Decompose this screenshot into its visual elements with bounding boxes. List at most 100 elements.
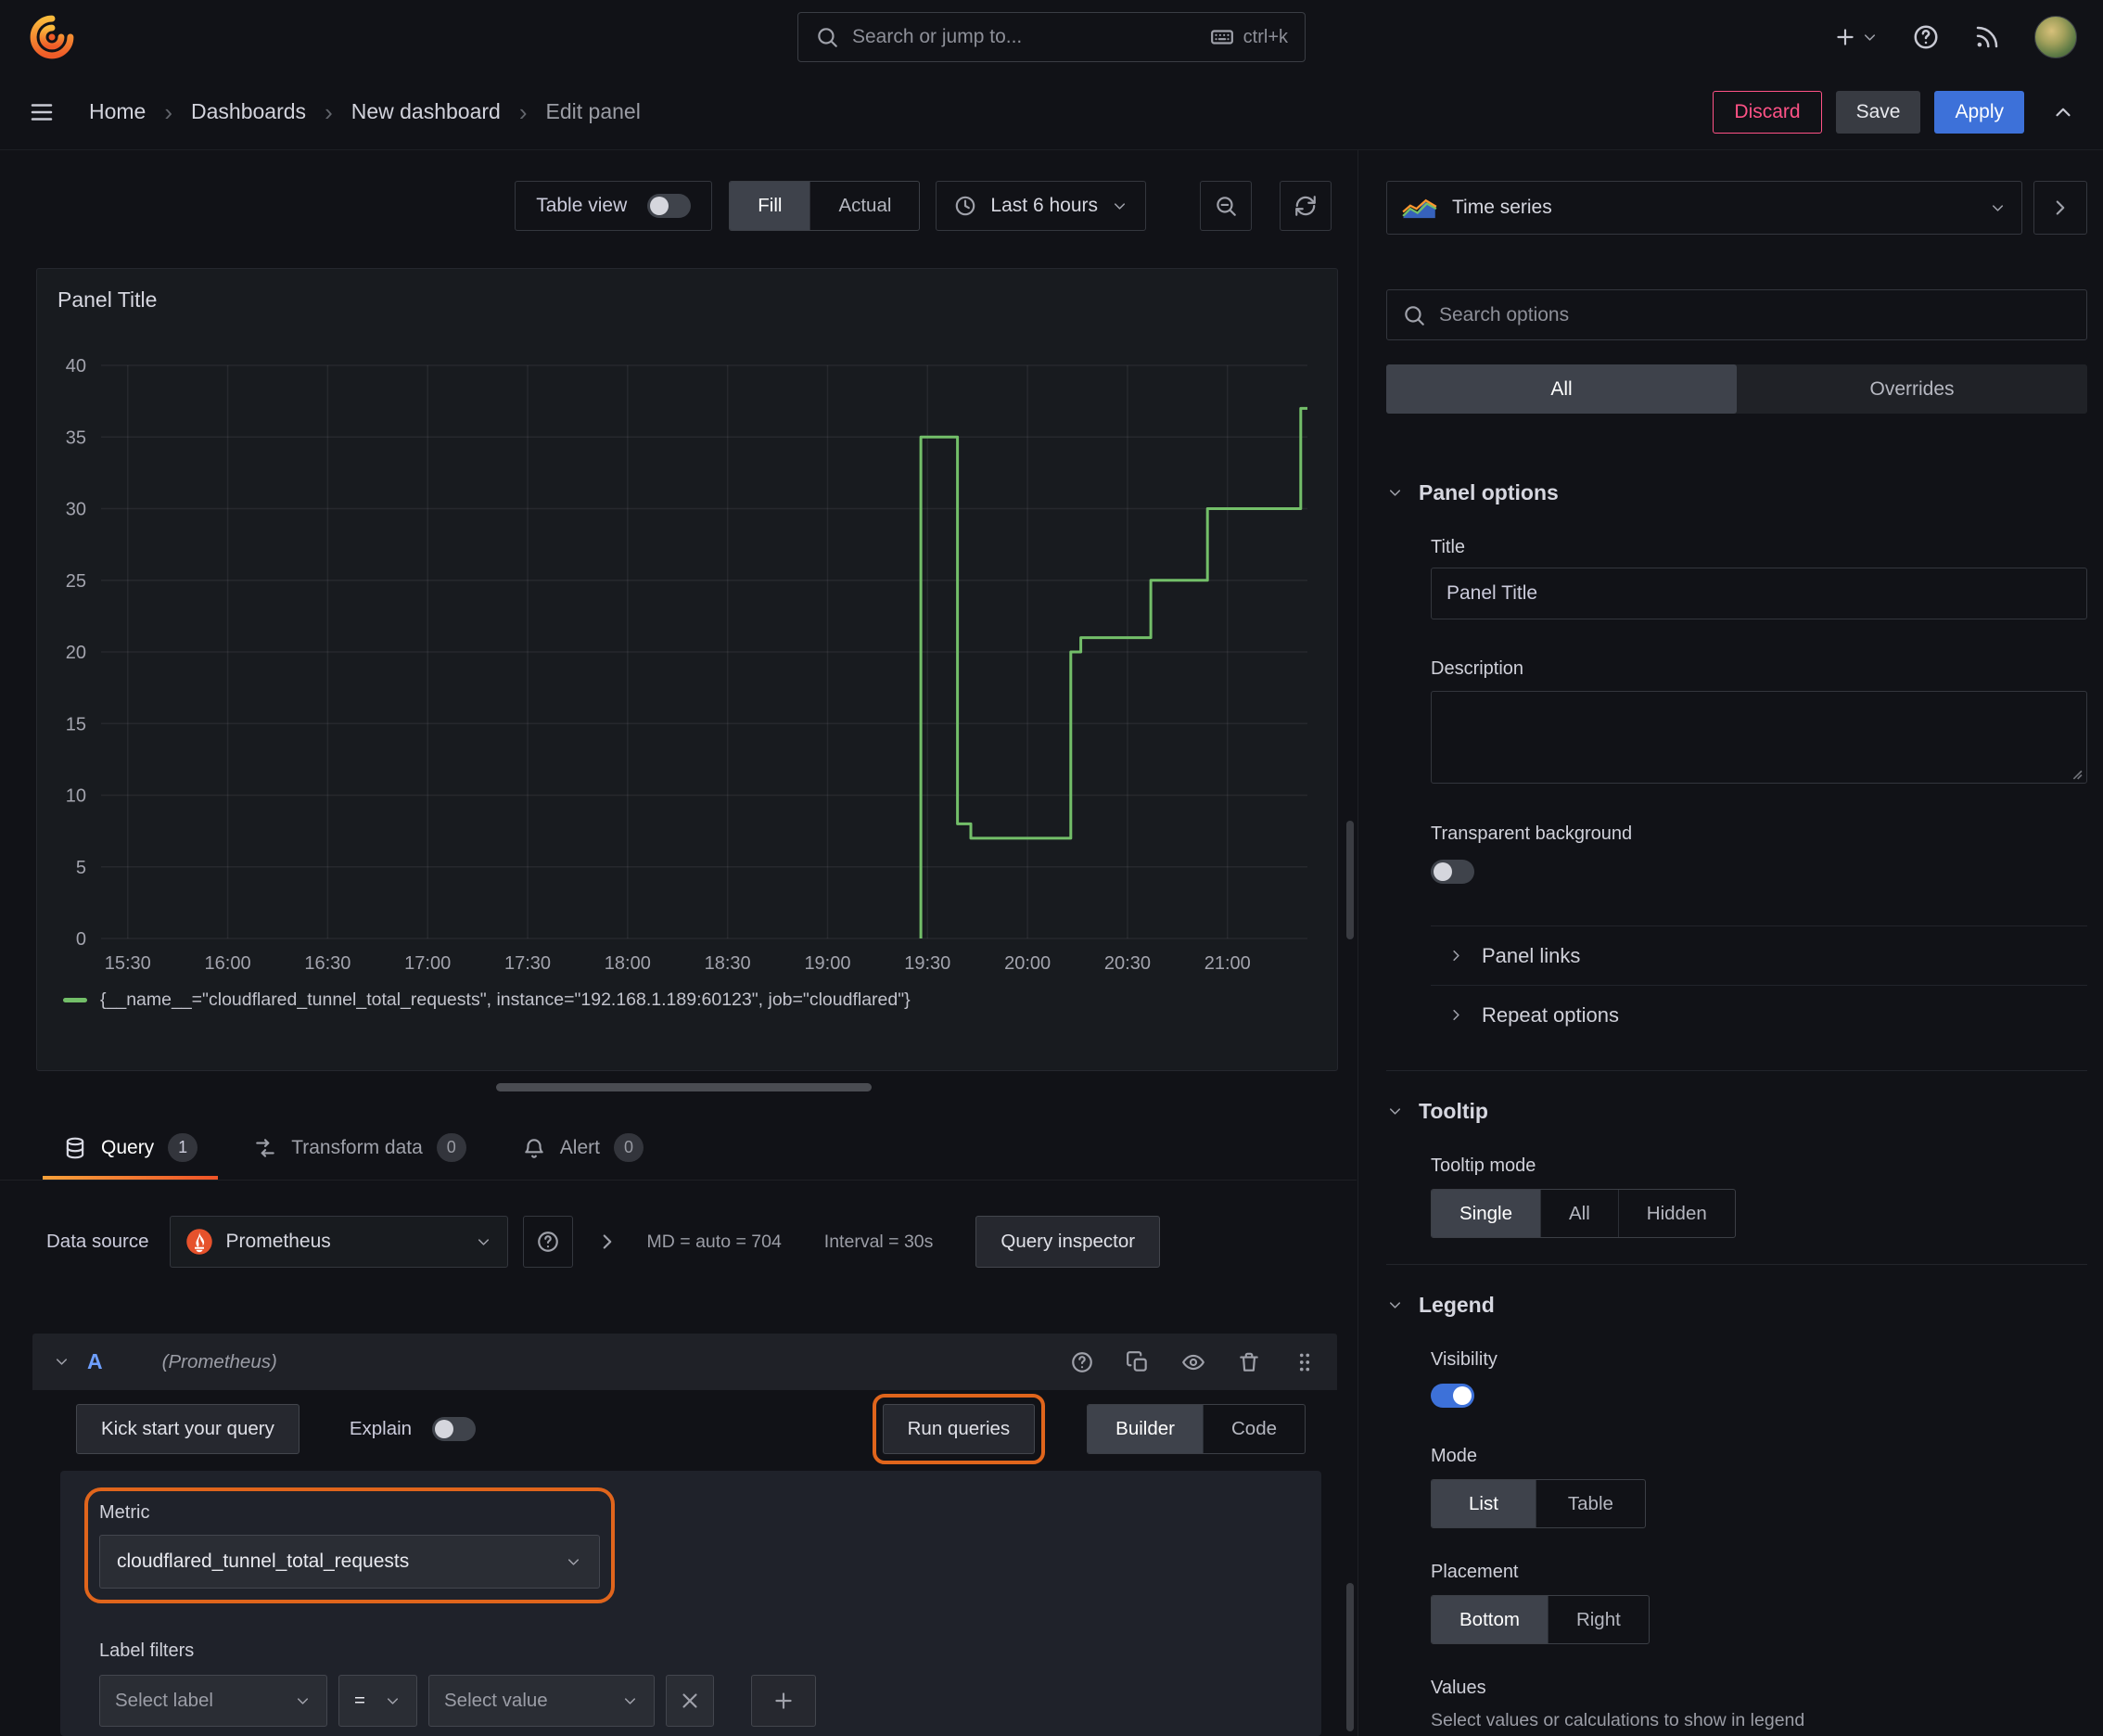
- time-range-label: Last 6 hours: [990, 195, 1098, 216]
- top-navigation-bar: ctrl+k: [0, 0, 2103, 74]
- panel-links-section[interactable]: Panel links: [1431, 925, 2087, 985]
- svg-text:19:00: 19:00: [804, 953, 850, 974]
- code-option[interactable]: Code: [1202, 1405, 1305, 1453]
- legend-bottom-option[interactable]: Bottom: [1432, 1596, 1548, 1643]
- select-label-dropdown[interactable]: Select label: [99, 1675, 327, 1727]
- delete-query-icon[interactable]: [1237, 1350, 1261, 1374]
- breadcrumb-dashboards[interactable]: Dashboards: [191, 99, 306, 124]
- operator-dropdown[interactable]: =: [338, 1675, 417, 1727]
- add-button[interactable]: [1833, 25, 1879, 49]
- tooltip-single-option[interactable]: Single: [1432, 1190, 1540, 1237]
- run-queries-highlight: Run queries: [872, 1394, 1046, 1464]
- query-row-header[interactable]: A (Prometheus): [32, 1334, 1337, 1390]
- breadcrumb-separator: ›: [325, 97, 333, 126]
- collapse-up-icon[interactable]: [2051, 100, 2075, 124]
- breadcrumb-new-dashboard[interactable]: New dashboard: [351, 99, 501, 124]
- chevron-down-icon[interactable]: [53, 1353, 70, 1371]
- time-range-picker[interactable]: Last 6 hours: [936, 181, 1146, 231]
- tooltip-all-option[interactable]: All: [1540, 1190, 1618, 1237]
- visibility-label: Visibility: [1431, 1349, 1498, 1370]
- help-icon[interactable]: [1912, 23, 1940, 51]
- tooltip-hidden-option[interactable]: Hidden: [1617, 1190, 1735, 1237]
- add-filter-button[interactable]: [751, 1675, 816, 1727]
- tab-transform-data[interactable]: Transform data 0: [238, 1116, 481, 1180]
- zoom-out-button[interactable]: [1200, 181, 1252, 231]
- visualization-picker[interactable]: Time series: [1386, 181, 2022, 235]
- svg-text:30: 30: [66, 500, 86, 520]
- description-label: Description: [1431, 658, 1524, 679]
- tab-all[interactable]: All: [1386, 364, 1737, 414]
- transparent-background-toggle[interactable]: [1431, 860, 1474, 884]
- repeat-options-section[interactable]: Repeat options: [1431, 985, 2087, 1044]
- vertical-scrollbar[interactable]: [1346, 1583, 1354, 1731]
- panel-options-header[interactable]: Panel options: [1386, 480, 2087, 505]
- discard-button[interactable]: Discard: [1713, 90, 1822, 134]
- query-options-expand-icon[interactable]: [595, 1230, 619, 1254]
- options-search[interactable]: [1386, 289, 2087, 340]
- panel-title[interactable]: Panel Title: [52, 282, 1322, 324]
- legend-table-option[interactable]: Table: [1535, 1480, 1645, 1527]
- chevron-right-icon: [1453, 950, 1459, 962]
- legend-visibility-toggle[interactable]: [1431, 1384, 1474, 1408]
- svg-text:40: 40: [66, 356, 86, 377]
- select-value-dropdown[interactable]: Select value: [428, 1675, 655, 1727]
- refresh-button[interactable]: [1280, 181, 1332, 231]
- resize-handle-icon[interactable]: [2069, 766, 2083, 780]
- save-button[interactable]: Save: [1835, 90, 1921, 134]
- legend-list-option[interactable]: List: [1432, 1480, 1536, 1527]
- explain-toggle[interactable]: [432, 1417, 477, 1441]
- svg-text:0: 0: [76, 929, 86, 950]
- builder-option[interactable]: Builder: [1088, 1405, 1203, 1453]
- chevron-down-icon: [1114, 202, 1126, 210]
- remove-filter-button[interactable]: [666, 1675, 714, 1727]
- user-avatar[interactable]: [2034, 16, 2077, 58]
- options-search-input[interactable]: [1439, 303, 2071, 326]
- actual-option[interactable]: Actual: [809, 182, 919, 230]
- chart-legend[interactable]: {__name__="cloudflared_tunnel_total_requ…: [63, 989, 1322, 1011]
- duplicate-query-icon[interactable]: [1126, 1350, 1150, 1374]
- vertical-scrollbar[interactable]: [1346, 821, 1354, 939]
- query-help-icon[interactable]: [1070, 1350, 1094, 1374]
- plus-icon: [1837, 29, 1854, 45]
- horizontal-scrollbar[interactable]: [496, 1083, 872, 1091]
- tab-alert-label: Alert: [559, 1136, 600, 1158]
- breadcrumb: Home › Dashboards › New dashboard › Edit…: [89, 99, 641, 124]
- data-source-select[interactable]: Prometheus: [169, 1216, 508, 1268]
- tab-query-label: Query: [101, 1136, 155, 1158]
- kick-start-query-button[interactable]: Kick start your query: [76, 1404, 300, 1454]
- panel-title-input[interactable]: [1431, 568, 2087, 619]
- legend-header[interactable]: Legend: [1386, 1293, 2087, 1318]
- keyboard-icon: [1210, 30, 1233, 45]
- tab-alert[interactable]: Alert 0: [507, 1116, 658, 1180]
- fill-option[interactable]: Fill: [730, 182, 810, 230]
- hide-query-icon[interactable]: [1181, 1350, 1205, 1374]
- global-search[interactable]: ctrl+k: [797, 12, 1306, 62]
- news-rss-icon[interactable]: [1973, 23, 2001, 51]
- query-inspector-button[interactable]: Query inspector: [975, 1216, 1161, 1268]
- select-value-placeholder: Select value: [444, 1690, 548, 1711]
- chevron-right-icon: [2056, 200, 2065, 215]
- tab-query[interactable]: Query 1: [42, 1116, 219, 1180]
- metric-select[interactable]: cloudflared_tunnel_total_requests: [99, 1535, 600, 1589]
- drag-handle-icon[interactable]: [1293, 1350, 1317, 1374]
- time-series-chart[interactable]: 0 5 10 15 20 25 30 35 40 15:30 16:00 16:30 17:00 17:3…: [52, 324, 1322, 982]
- tab-overrides[interactable]: Overrides: [1737, 364, 2087, 414]
- apply-button[interactable]: Apply: [1934, 90, 2024, 134]
- data-source-help-button[interactable]: [522, 1216, 573, 1268]
- legend-right-option[interactable]: Right: [1547, 1596, 1649, 1643]
- svg-text:17:00: 17:00: [404, 953, 451, 974]
- grafana-logo[interactable]: [26, 11, 78, 63]
- menu-toggle-icon[interactable]: [28, 98, 56, 126]
- collapse-options-pane-button[interactable]: [2033, 181, 2087, 235]
- description-input[interactable]: [1431, 691, 2087, 784]
- table-view-toggle[interactable]: [647, 194, 692, 218]
- tooltip-title: Tooltip: [1419, 1099, 1488, 1123]
- tooltip-header[interactable]: Tooltip: [1386, 1099, 2087, 1124]
- breadcrumb-home[interactable]: Home: [89, 99, 146, 124]
- query-ref-id[interactable]: A: [87, 1349, 103, 1374]
- run-queries-button[interactable]: Run queries: [882, 1404, 1036, 1454]
- panel-view-toolbar: Table view Fill Actual Last 6 hours: [515, 181, 1332, 231]
- legend-title: Legend: [1419, 1293, 1495, 1317]
- search-input[interactable]: [852, 26, 1197, 48]
- svg-text:15:30: 15:30: [105, 953, 151, 974]
